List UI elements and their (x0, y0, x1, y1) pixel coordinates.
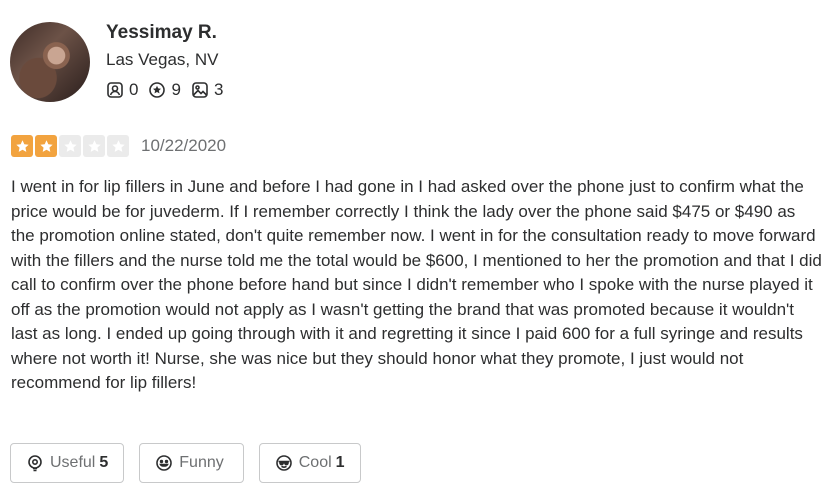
reviews-stat: 9 (148, 80, 181, 100)
reviews-icon (149, 82, 166, 98)
photos-count: 3 (213, 80, 224, 99)
photos-icon (192, 82, 208, 98)
star-filled-icon (35, 135, 57, 157)
funny-label: Funny (179, 454, 224, 471)
cool-label: Cool (298, 454, 332, 471)
star-empty-icon (107, 135, 129, 157)
useful-button[interactable]: Useful 5 (10, 443, 125, 483)
user-avatar[interactable] (10, 22, 90, 102)
user-stats: 0 9 3 (106, 80, 233, 100)
reviews-count: 9 (171, 80, 181, 99)
useful-label: Useful (50, 454, 96, 471)
user-name[interactable]: Yessimay R. (106, 22, 217, 44)
review-text: I went in for lip fillers in June and be… (11, 177, 822, 392)
sunglasses-icon (275, 455, 292, 471)
review-rating-row: 10/22/2020 (11, 135, 226, 157)
friends-stat: 0 (106, 80, 138, 100)
star-filled-icon (11, 135, 33, 157)
user-location: Las Vegas, NV (106, 50, 219, 69)
friends-icon (107, 82, 123, 98)
star-rating (11, 135, 131, 157)
smile-icon (156, 455, 173, 471)
cool-button[interactable]: Cool 1 (258, 443, 361, 483)
star-empty-icon (83, 135, 105, 157)
review-actions: Useful 5 Funny Cool 1 (10, 443, 376, 483)
useful-count: 5 (99, 454, 109, 471)
friends-count: 0 (129, 80, 139, 99)
review-date: 10/22/2020 (141, 136, 227, 155)
funny-button[interactable]: Funny (139, 443, 244, 483)
photos-stat: 3 (191, 80, 223, 100)
star-empty-icon (59, 135, 81, 157)
lightbulb-icon (28, 455, 42, 472)
cool-count: 1 (335, 454, 345, 471)
